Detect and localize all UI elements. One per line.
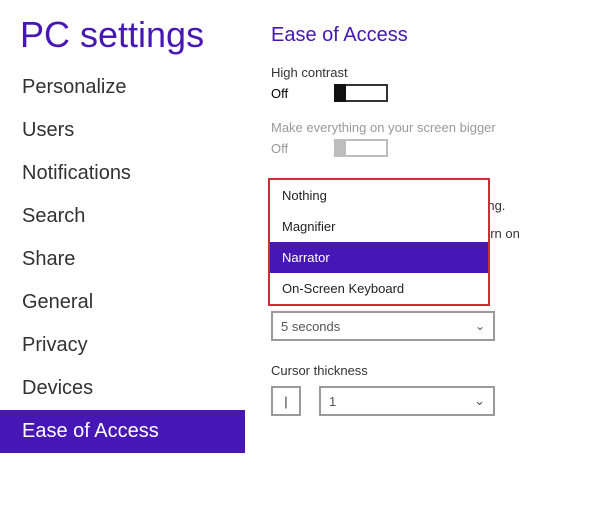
cursor-thickness-group: Cursor thickness | 1 ⌄ [271,363,574,416]
sidebar-item-general[interactable]: General [0,281,245,324]
cursor-thickness-value: 1 [329,394,336,409]
sidebar: PC settings Personalize Users Notificati… [0,0,245,508]
sidebar-item-users[interactable]: Users [0,109,245,152]
sidebar-item-search[interactable]: Search [0,195,245,238]
main-panel: Ease of Access High contrast Off Make ev… [245,0,600,508]
cursor-thickness-select[interactable]: 1 ⌄ [319,386,495,416]
high-contrast-toggle[interactable] [334,84,388,102]
sidebar-item-personalize[interactable]: Personalize [0,66,245,109]
chevron-down-icon: ⌄ [474,393,485,409]
toggle-knob [334,139,346,157]
dropdown-option-narrator[interactable]: Narrator [270,242,488,273]
dropdown-option-magnifier[interactable]: Magnifier [270,211,488,242]
chevron-down-icon: ⌄ [475,319,485,333]
sidebar-title: PC settings [0,0,245,66]
magnify-label: Make everything on your screen bigger [271,120,574,135]
sidebar-item-privacy[interactable]: Privacy [0,324,245,367]
dropdown-option-nothing[interactable]: Nothing [270,180,488,211]
sidebar-item-devices[interactable]: Devices [0,367,245,410]
cursor-preview: | [271,386,301,416]
sidebar-nav: Personalize Users Notifications Search S… [0,66,245,453]
toggle-knob [334,84,346,102]
notification-duration-value: 5 seconds [281,319,340,334]
pc-settings-window: PC settings Personalize Users Notificati… [0,0,600,508]
high-contrast-group: High contrast Off [271,65,574,102]
sidebar-item-share[interactable]: Share [0,238,245,281]
cursor-thickness-label: Cursor thickness [271,363,574,378]
magnify-state: Off [271,141,288,156]
win-volume-dropdown-open[interactable]: Nothing Magnifier Narrator On-Screen Key… [268,178,490,306]
sidebar-item-ease-of-access[interactable]: Ease of Access [0,410,245,453]
dropdown-option-on-screen-keyboard[interactable]: On-Screen Keyboard [270,273,488,304]
high-contrast-label: High contrast [271,65,574,80]
notification-duration-group: 5 seconds ⌄ [271,311,574,341]
section-title: Ease of Access [271,24,574,47]
sidebar-item-notifications[interactable]: Notifications [0,152,245,195]
notification-duration-select[interactable]: 5 seconds ⌄ [271,311,495,341]
magnify-toggle[interactable] [334,139,388,157]
high-contrast-state: Off [271,86,288,101]
magnify-group: Make everything on your screen bigger Of… [271,120,574,157]
